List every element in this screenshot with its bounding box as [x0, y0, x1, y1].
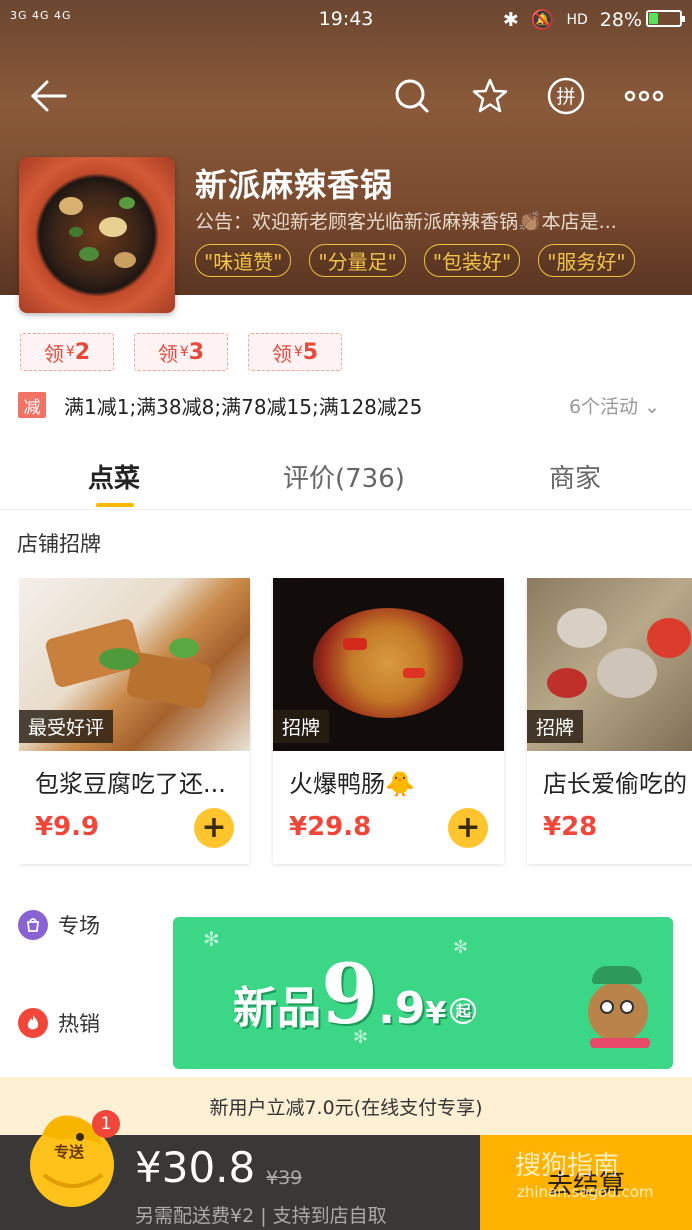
star-favorite-icon[interactable]	[466, 72, 514, 120]
svg-text:拼: 拼	[556, 86, 575, 108]
plus-icon: +	[201, 810, 227, 845]
bag-icon	[18, 910, 48, 940]
category-hot[interactable]: 热销	[18, 1008, 100, 1038]
dish-card[interactable]: 最受好评 包浆豆腐吃了还... ¥9.9 +	[19, 578, 250, 864]
dish-photo: 招牌	[527, 578, 692, 751]
status-icons: ✱ 🔕 HD 28%	[502, 8, 642, 32]
tab-reviews[interactable]: 评价(736)	[283, 458, 405, 495]
promo-text: 满1减1;满38减8;满78减15;满128减25	[64, 394, 423, 419]
shop-notice[interactable]: 公告：欢迎新老顾客光临新派麻辣香锅👏🏽本店是...	[195, 207, 675, 234]
cart-total: ¥30.8	[135, 1143, 256, 1192]
dish-card[interactable]: 招牌 店长爱偷吃的 ¥28	[527, 578, 692, 864]
promo-row[interactable]: 减 满1减1;满38减8;满78减15;满128减25 6个活动 ⌄	[18, 390, 678, 420]
dish-badge: 招牌	[527, 710, 584, 743]
flame-icon	[18, 1008, 48, 1038]
shop-tag: "包装好"	[423, 244, 521, 277]
promo-banner[interactable]: ✻ ✻ ✻ 新品9.9¥ 起	[173, 917, 673, 1069]
dish-card[interactable]: 招牌 火爆鸭肠🐥 ¥29.8 +	[273, 578, 504, 864]
dish-name: 店长爱偷吃的	[543, 770, 687, 798]
signature-dish-list: 最受好评 包浆豆腐吃了还... ¥9.9 + 招牌 火爆鸭肠🐥 ¥29.8 + …	[19, 578, 692, 868]
watermark: 搜狗指南 zhinan.sogou.com	[515, 1145, 654, 1201]
add-to-cart-button[interactable]: +	[448, 808, 488, 848]
group-buy-icon[interactable]: 拼	[542, 72, 590, 120]
battery-percent: 28%	[599, 8, 642, 31]
shop-name: 新派麻辣香锅	[195, 166, 394, 204]
coupon-button[interactable]: 领 ¥5	[248, 333, 342, 371]
dish-price: ¥28	[543, 812, 598, 842]
back-arrow-icon[interactable]	[24, 72, 72, 120]
coupon-list: 领 ¥2 领 ¥3 领 ¥5	[20, 333, 342, 371]
delivery-fee-text: 另需配送费¥2 | 支持到店自取	[135, 1205, 387, 1227]
watermark-text: 搜狗指南	[515, 1151, 620, 1181]
battery-icon	[646, 10, 685, 27]
dish-price: ¥9.9	[35, 812, 100, 842]
hd-call-icon: HD	[566, 11, 588, 28]
dish-badge: 最受好评	[19, 710, 114, 743]
tab-order[interactable]: 点菜	[88, 458, 140, 495]
status-bar: 3G 4G 4G 19:43 ✱ 🔕 HD 28%	[0, 0, 692, 38]
cart-count-badge: 1	[92, 1110, 120, 1138]
top-nav: 拼	[0, 72, 692, 122]
mute-bell-icon: 🔕	[530, 9, 555, 31]
plus-icon: +	[455, 810, 481, 845]
add-to-cart-button[interactable]: +	[194, 808, 234, 848]
shop-tag: "分量足"	[309, 244, 406, 277]
shop-tags: "味道赞" "分量足" "包装好" "服务好"	[195, 244, 635, 277]
shop-logo-image	[19, 157, 175, 313]
more-icon[interactable]	[620, 72, 668, 120]
coupon-button[interactable]: 领 ¥3	[134, 333, 228, 371]
dish-name: 包浆豆腐吃了还...	[35, 770, 226, 798]
watermark-url: zhinan.sogou.com	[517, 1183, 654, 1201]
tab-merchant[interactable]: 商家	[549, 458, 601, 495]
reindeer-illustration	[578, 962, 658, 1052]
tab-bar: 点菜 评价(736) 商家	[0, 450, 692, 510]
shop-tag: "服务好"	[538, 244, 635, 277]
shop-tag: "味道赞"	[195, 244, 292, 277]
dish-name: 火爆鸭肠🐥	[289, 770, 415, 798]
banner-text: 新品9.9¥ 起	[233, 947, 477, 1043]
cart-original-price: ¥39	[266, 1167, 303, 1189]
more-activities[interactable]: 6个活动 ⌄	[569, 392, 660, 419]
section-title: 店铺招牌	[17, 532, 101, 556]
snowflake-icon: ✻	[203, 927, 220, 951]
chevron-down-icon: ⌄	[644, 395, 660, 418]
tab-indicator	[96, 503, 134, 507]
delivery-label: 专送	[54, 1143, 85, 1161]
category-special[interactable]: 专场	[18, 910, 100, 940]
bluetooth-icon: ✱	[502, 8, 519, 31]
dish-photo: 招牌	[273, 578, 504, 751]
dish-price: ¥29.8	[289, 812, 372, 842]
dish-photo: 最受好评	[19, 578, 250, 751]
coupon-button[interactable]: 领 ¥2	[20, 333, 114, 371]
discount-badge: 减	[18, 392, 46, 418]
search-icon[interactable]	[388, 72, 436, 120]
dish-badge: 招牌	[273, 710, 330, 743]
